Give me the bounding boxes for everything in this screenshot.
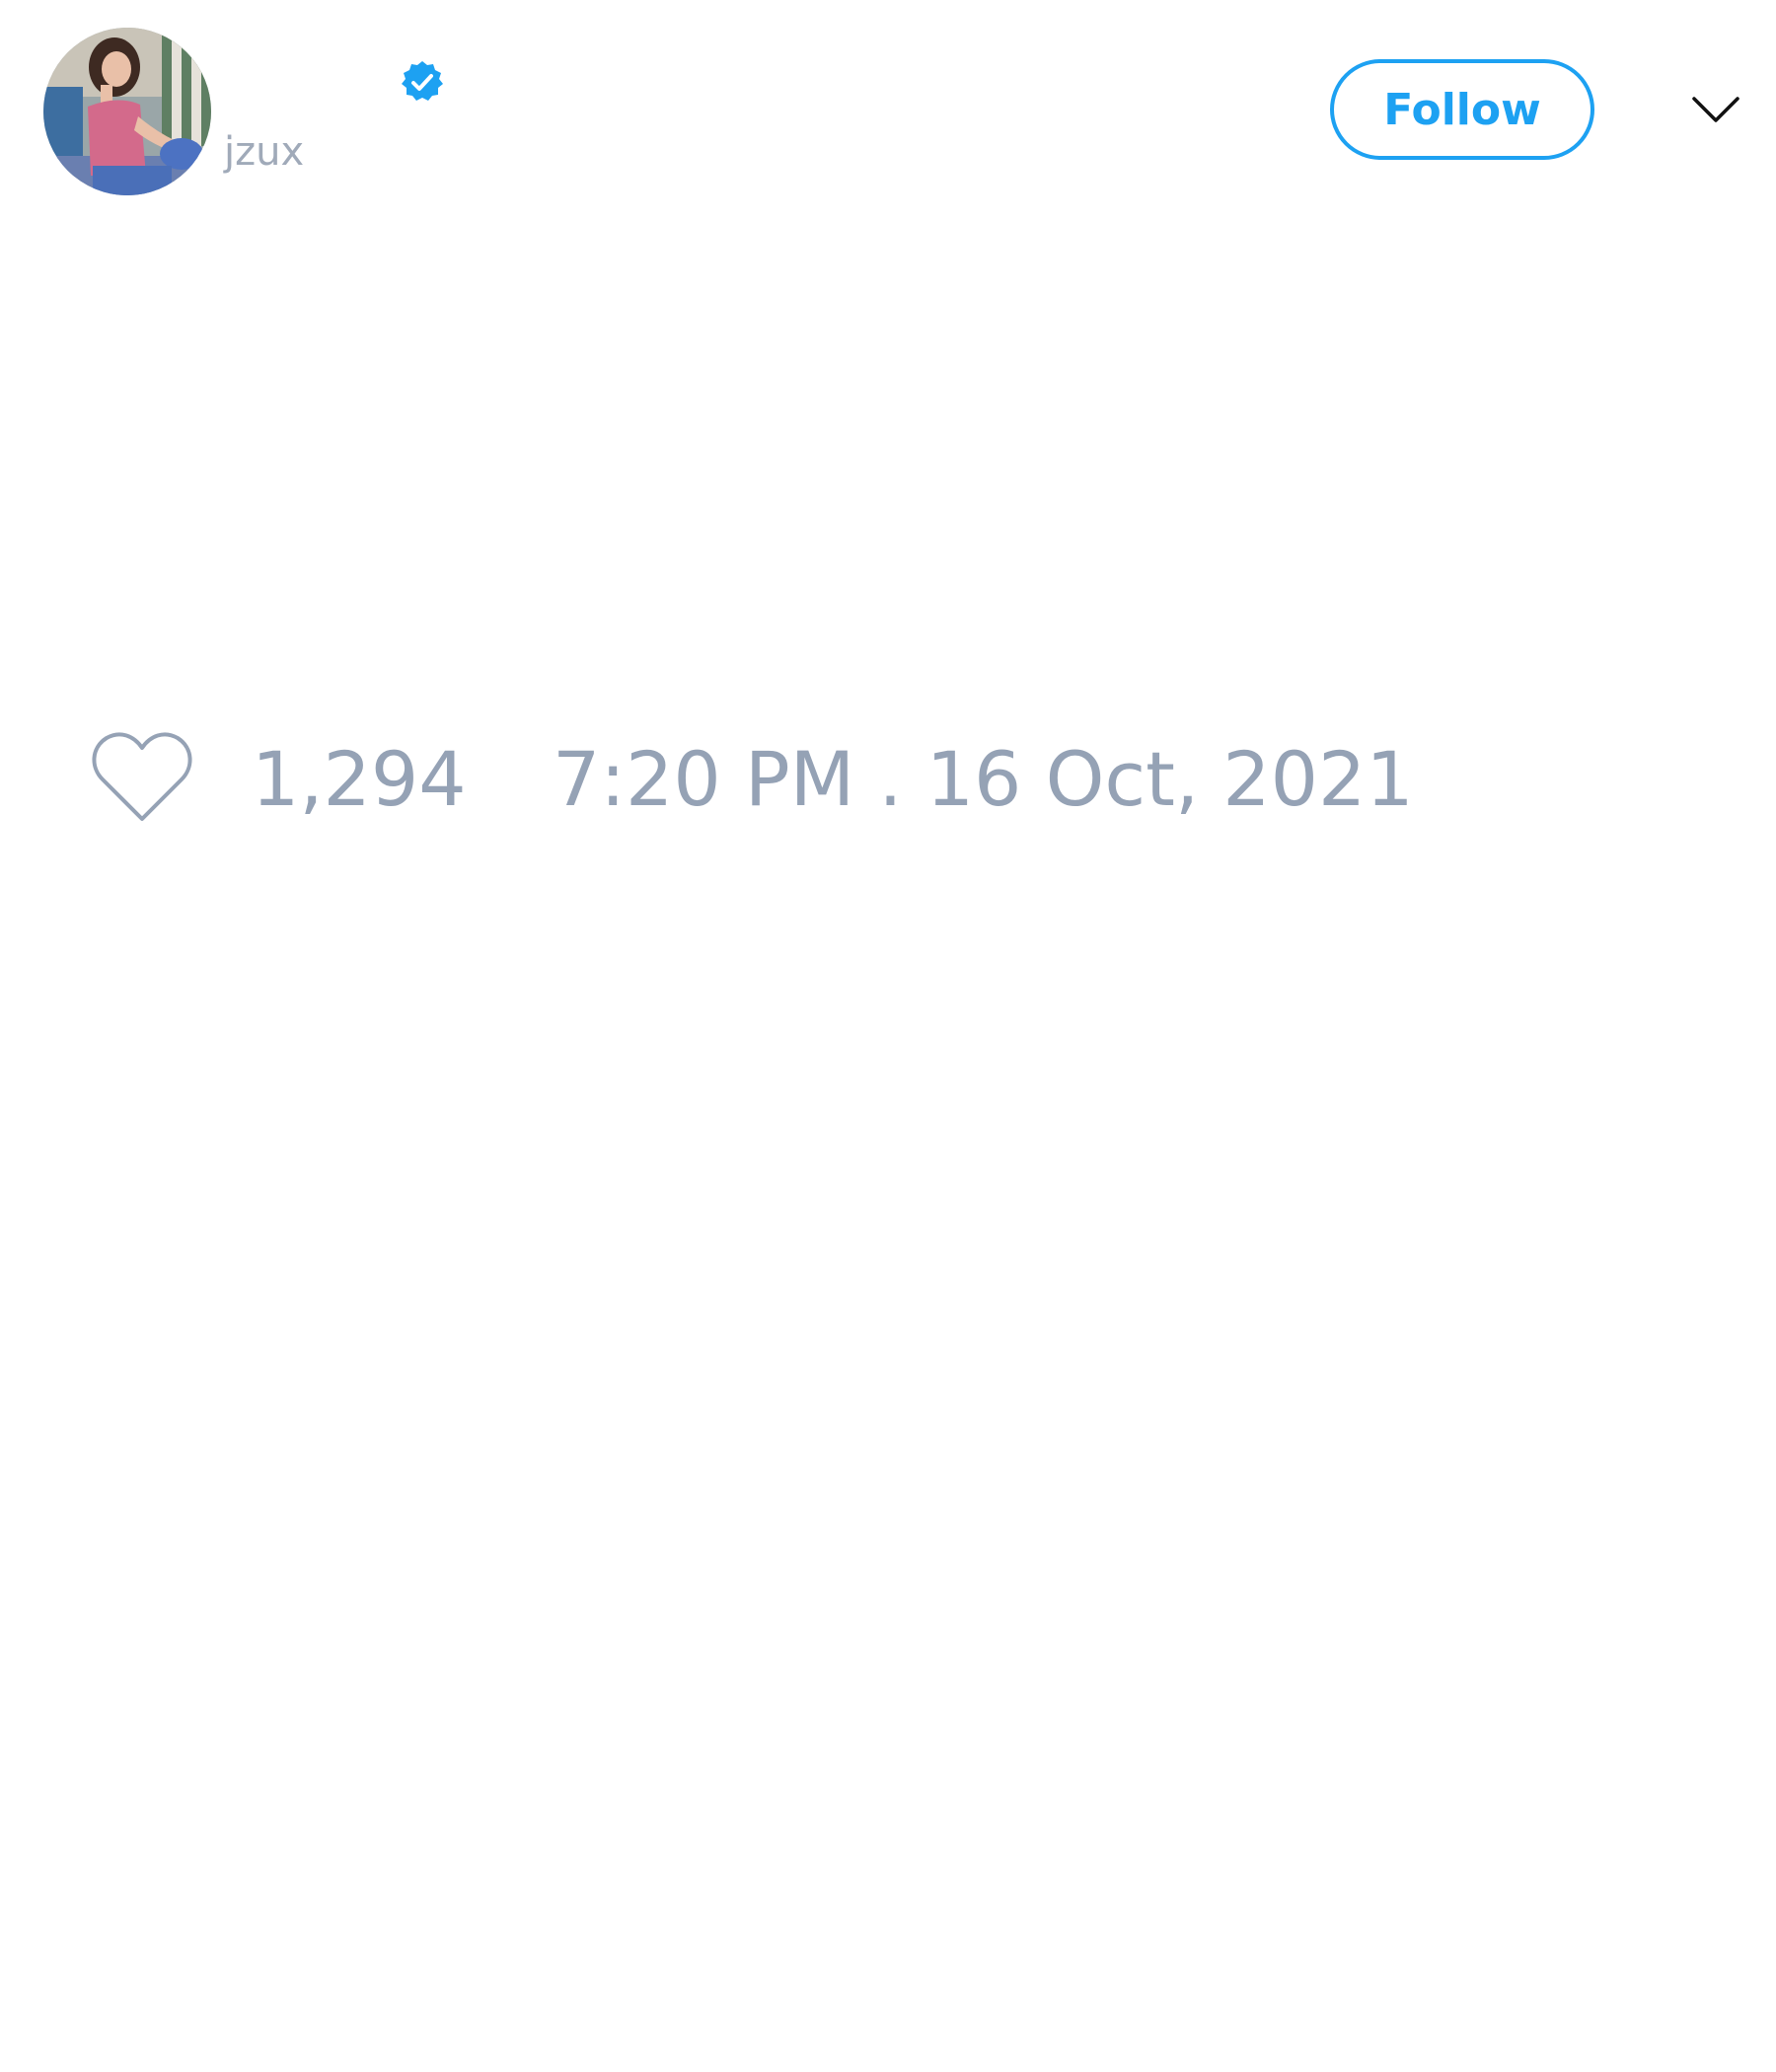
chevron-down-icon[interactable]	[1691, 93, 1740, 128]
profile-photo-image	[43, 28, 211, 195]
heart-outline-icon[interactable]	[89, 730, 195, 825]
follow-button[interactable]: Follow	[1330, 59, 1594, 160]
author-handle[interactable]: jzux	[224, 128, 304, 176]
avatar[interactable]	[43, 28, 211, 195]
like-count: 1,294	[252, 735, 467, 823]
verified-badge-icon	[402, 61, 443, 101]
tweet-timestamp[interactable]: 7:20 PM . 16 Oct, 2021	[553, 736, 1414, 823]
